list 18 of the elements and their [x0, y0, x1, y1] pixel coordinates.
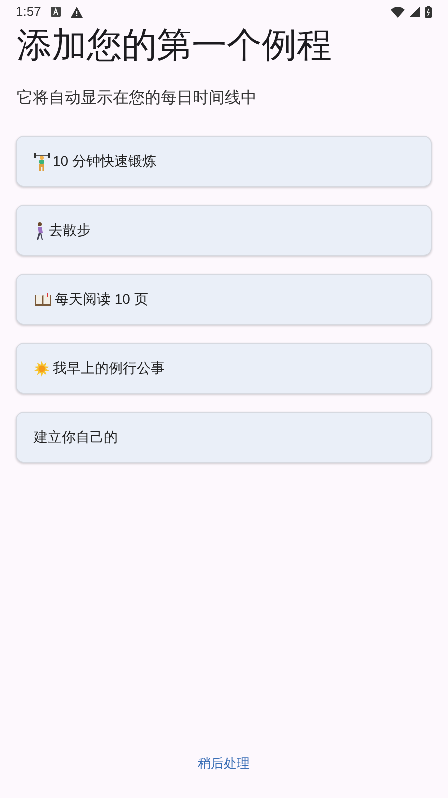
- skip-button[interactable]: 稍后处理: [194, 754, 254, 773]
- routine-option[interactable]: 我早上的例行公事: [16, 343, 432, 394]
- warning-icon: [71, 6, 84, 18]
- battery-icon: [425, 6, 432, 18]
- page-subtitle: 它将自动显示在您的每日时间线中: [16, 88, 258, 109]
- app-notification-icon: [51, 7, 62, 17]
- status-time: 1:57: [16, 3, 42, 22]
- walking-person-icon: [34, 222, 46, 240]
- open-book-icon: [34, 292, 52, 306]
- page-title: 添加您的第一个例程: [16, 25, 333, 67]
- routine-option[interactable]: 去散步: [16, 205, 432, 256]
- sun-icon: [34, 360, 50, 376]
- routine-option[interactable]: 10 分钟快速锻炼: [16, 136, 432, 187]
- wifi-icon: [391, 6, 405, 18]
- routine-option[interactable]: 每天阅读 10 页: [16, 274, 432, 325]
- signal-icon: [410, 7, 420, 17]
- weightlifter-icon: [34, 152, 50, 170]
- routine-option[interactable]: 建立你自己的: [16, 412, 432, 463]
